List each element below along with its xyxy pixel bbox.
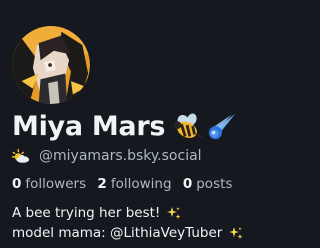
following-label: following	[110, 176, 172, 192]
avatar[interactable]	[10, 24, 92, 106]
followers-link[interactable]: 0 followers	[12, 176, 90, 192]
bio-line: model mama: @LithiaVeyTuber	[12, 223, 243, 243]
posts-count: 0	[182, 176, 193, 192]
bio-text: A bee trying her best!	[12, 205, 161, 221]
avatar-image	[12, 26, 90, 104]
posts-label: posts	[196, 176, 233, 192]
profile-card: Miya Mars @miyamars.bsky.social 0 follow…	[0, 0, 273, 248]
stats-row: 0 followers 2 following 0 posts	[12, 174, 239, 194]
profile-bio: A bee trying her best! model mama: @Lith…	[12, 203, 243, 243]
comet-icon	[207, 112, 237, 142]
following-count: 2	[97, 176, 107, 192]
sparkles-icon	[167, 206, 181, 220]
handle-text[interactable]: @miyamars.bsky.social	[39, 146, 202, 166]
followers-label: followers	[25, 176, 87, 192]
bee-icon	[173, 112, 203, 142]
bio-text: model mama: @LithiaVeyTuber	[12, 225, 223, 241]
following-link[interactable]: 2 following	[97, 176, 175, 192]
handle-row: @miyamars.bsky.social	[12, 146, 202, 166]
display-name: Miya Mars	[12, 110, 241, 144]
sparkles-icon	[229, 226, 243, 240]
posts-stat: 0 posts	[183, 176, 233, 192]
sun-behind-cloud-icon	[12, 148, 30, 164]
display-name-text: Miya Mars	[12, 111, 166, 142]
followers-count: 0	[12, 176, 22, 192]
bio-line: A bee trying her best!	[12, 203, 243, 223]
